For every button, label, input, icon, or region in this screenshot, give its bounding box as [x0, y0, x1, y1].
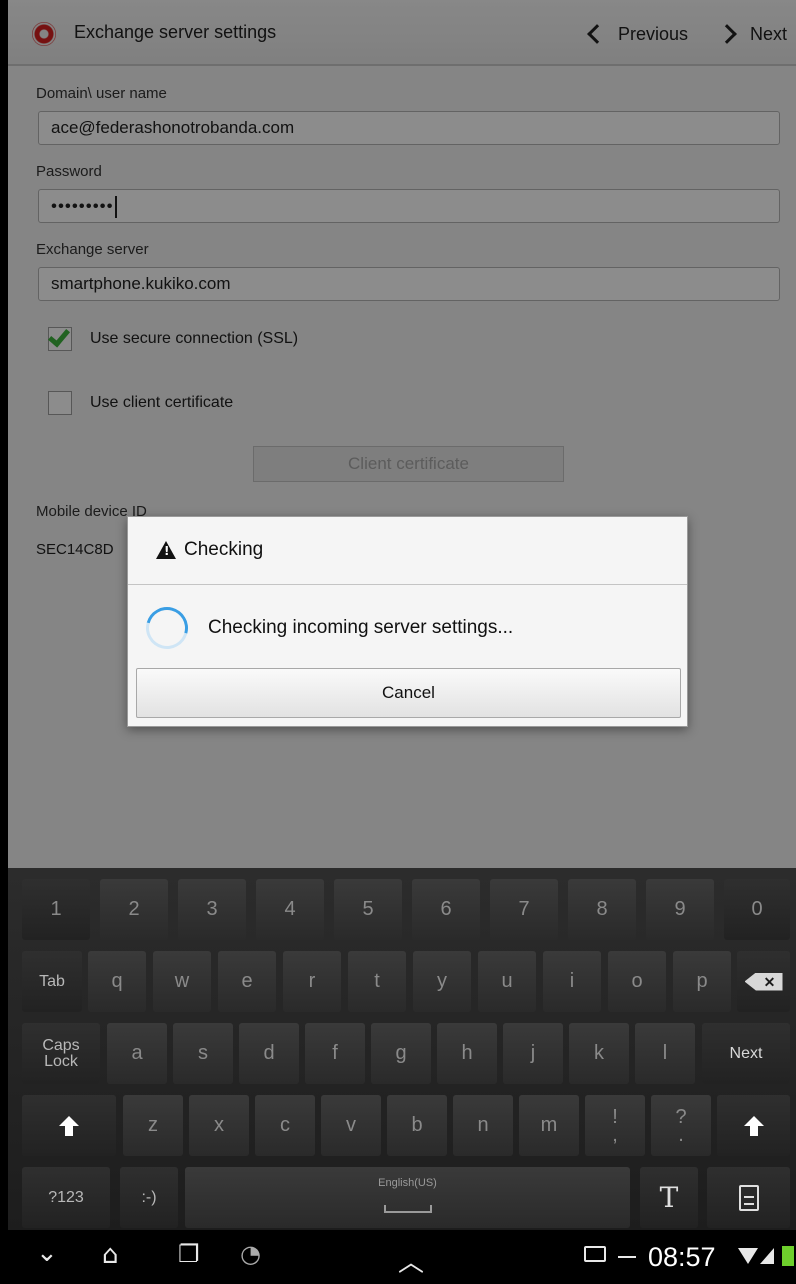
key-2[interactable]: 2	[100, 879, 168, 940]
keyboard-status-icon	[584, 1246, 606, 1262]
key-b[interactable]: b	[387, 1095, 447, 1156]
key-l[interactable]: l	[635, 1023, 695, 1084]
clock: 08:57	[648, 1242, 716, 1272]
comma-label: ,	[612, 1123, 618, 1146]
question-label: ?	[675, 1105, 687, 1128]
key-a[interactable]: a	[107, 1023, 167, 1084]
key-w[interactable]: w	[153, 951, 211, 1012]
key-y[interactable]: y	[413, 951, 471, 1012]
caps-label-line2: Lock	[44, 1052, 78, 1070]
key-c[interactable]: c	[255, 1095, 315, 1156]
checking-dialog: Checking Checking incoming server settin…	[127, 516, 688, 727]
key-i[interactable]: i	[543, 951, 601, 1012]
key-o[interactable]: o	[608, 951, 666, 1012]
wifi-icon	[738, 1248, 758, 1264]
warning-icon	[156, 541, 176, 559]
key-q[interactable]: q	[88, 951, 146, 1012]
hide-keyboard-icon[interactable]: ⌄	[36, 1238, 58, 1268]
key-k[interactable]: k	[569, 1023, 629, 1084]
dialog-title: Checking	[184, 539, 264, 560]
key-t[interactable]: t	[348, 951, 406, 1012]
dialog-header: Checking	[128, 517, 687, 585]
key-v[interactable]: v	[321, 1095, 381, 1156]
spacebar[interactable]: English(US)	[185, 1167, 630, 1228]
key-j[interactable]: j	[503, 1023, 563, 1084]
key-h[interactable]: h	[437, 1023, 497, 1084]
right-shift-key[interactable]	[717, 1095, 790, 1156]
home-icon[interactable]: ⌂	[102, 1240, 119, 1270]
cancel-button[interactable]: Cancel	[136, 668, 681, 718]
dialog-message: Checking incoming server settings...	[208, 617, 514, 638]
modal-dim-overlay	[8, 0, 796, 868]
key-x[interactable]: x	[189, 1095, 249, 1156]
on-screen-keyboard: 1 2 3 4 5 6 7 8 9 0 Tab q w e r t y u i …	[8, 868, 796, 1230]
key-g[interactable]: g	[371, 1023, 431, 1084]
clipboard-icon	[738, 1184, 759, 1211]
chevron-up-icon[interactable]: ︿	[398, 1242, 424, 1279]
emoticon-key[interactable]: :-)	[120, 1167, 178, 1228]
backspace-icon: ✕	[744, 972, 783, 991]
period-label: .	[678, 1123, 684, 1146]
symbols-key[interactable]: ?123	[22, 1167, 110, 1228]
key-n[interactable]: n	[453, 1095, 513, 1156]
key-5[interactable]: 5	[334, 879, 402, 940]
handwriting-key[interactable]: T	[640, 1167, 698, 1228]
key-e[interactable]: e	[218, 951, 276, 1012]
key-4[interactable]: 4	[256, 879, 324, 940]
signal-icon	[760, 1248, 774, 1264]
system-nav-bar: ⌄ ⌂ ❐ ◔ ︿ 08:57	[0, 1230, 796, 1284]
key-9[interactable]: 9	[646, 879, 714, 940]
space-icon	[383, 1205, 432, 1213]
key-6[interactable]: 6	[412, 879, 480, 940]
key-p[interactable]: p	[673, 951, 731, 1012]
punct-pair: ! ,	[612, 1105, 618, 1146]
key-s[interactable]: s	[173, 1023, 233, 1084]
handwriting-icon: T	[659, 1181, 679, 1214]
caps-label-line1: Caps	[42, 1036, 80, 1054]
loading-spinner-icon	[138, 599, 196, 657]
key-8[interactable]: 8	[568, 879, 636, 940]
clipboard-key[interactable]	[707, 1167, 790, 1228]
exclamation-label: !	[612, 1105, 618, 1128]
keyboard-language-label: English(US)	[378, 1177, 437, 1189]
keyboard-next-key[interactable]: Next	[702, 1023, 790, 1084]
shift-arrow-icon	[743, 1115, 764, 1136]
key-1[interactable]: 1	[22, 879, 90, 940]
key-3[interactable]: 3	[178, 879, 246, 940]
screenshot-icon[interactable]: ◔	[240, 1240, 261, 1268]
key-7[interactable]: 7	[490, 879, 558, 940]
battery-icon	[782, 1246, 794, 1266]
shift-arrow-icon	[59, 1115, 79, 1136]
key-r[interactable]: r	[283, 951, 341, 1012]
email-setup-screen: Exchange server settings Previous Next D…	[8, 0, 796, 868]
caps-lock-key[interactable]: Caps Lock	[22, 1023, 100, 1084]
key-z[interactable]: z	[123, 1095, 183, 1156]
punct-pair: ? .	[675, 1105, 687, 1146]
backspace-key[interactable]: ✕	[737, 951, 790, 1012]
tab-key[interactable]: Tab	[22, 951, 82, 1012]
key-d[interactable]: d	[239, 1023, 299, 1084]
recent-apps-icon[interactable]: ❐	[178, 1240, 200, 1268]
exclamation-comma-key[interactable]: ! ,	[585, 1095, 645, 1156]
key-m[interactable]: m	[519, 1095, 579, 1156]
key-f[interactable]: f	[305, 1023, 365, 1084]
key-0[interactable]: 0	[724, 879, 790, 940]
key-u[interactable]: u	[478, 951, 536, 1012]
question-period-key[interactable]: ? .	[651, 1095, 711, 1156]
dash-icon	[618, 1256, 636, 1258]
left-shift-key[interactable]	[22, 1095, 116, 1156]
